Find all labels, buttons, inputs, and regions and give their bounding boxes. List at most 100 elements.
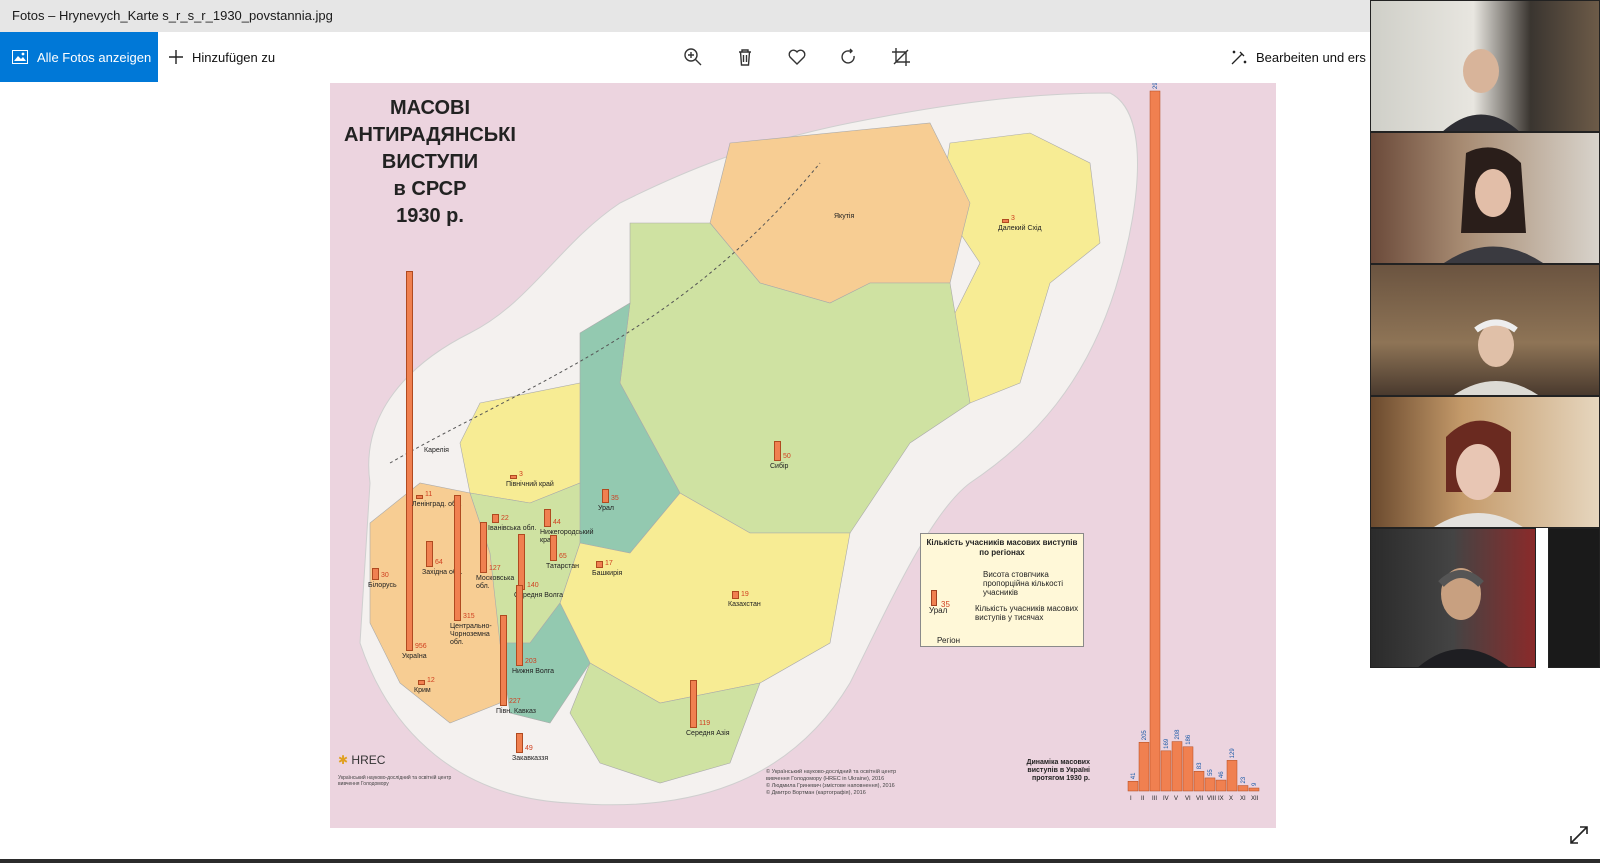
legend-line-1: Висота стовпчика пропорційна кількості у… (983, 570, 1063, 597)
month-label: II (1141, 796, 1145, 802)
plus-icon (169, 50, 183, 64)
all-photos-label: Alle Fotos anzeigen (37, 49, 152, 65)
map-title-line: в СРСР (393, 178, 467, 200)
region-bar (596, 561, 603, 568)
region-value: 12 (427, 677, 435, 684)
participant-video-1[interactable] (1370, 0, 1600, 132)
region-bar (418, 680, 425, 685)
region-bar (516, 733, 523, 753)
participant-video-6[interactable] (1548, 528, 1600, 668)
month-bar (1226, 760, 1238, 792)
add-to-button[interactable]: Hinzufügen zu (168, 32, 275, 82)
region-bar (406, 271, 413, 651)
legend-title: Кількість учасників масових виступів по … (926, 538, 1078, 557)
region-name: Середня Азія (686, 730, 730, 737)
region-value: 44 (553, 519, 561, 526)
month-bar (1182, 746, 1194, 792)
map-legend: Кількість учасників масових виступів по … (920, 533, 1084, 647)
region-value: 17 (605, 560, 613, 567)
title-bar: Fotos – Hrynevych_Karte s_r_s_r_1930_pov… (0, 0, 1600, 32)
region-value: 30 (381, 572, 389, 579)
region-bar (544, 509, 551, 527)
region-bar (372, 568, 379, 580)
month-label: VII (1196, 796, 1204, 802)
region-bar (732, 591, 739, 599)
hrec-logo: ✱ HREC (338, 753, 386, 767)
month-bar (1193, 771, 1205, 792)
legend-region-label: Регіон (937, 636, 960, 645)
region-name: Башкирія (592, 570, 623, 577)
credit-line: © Український науково-дослідний та освіт… (766, 769, 897, 775)
month-value: 55 (1208, 769, 1214, 776)
map-title-line: 1930 р. (396, 205, 464, 227)
map-title-line: АНТИРАДЯНСЬКІ (344, 124, 516, 146)
hrec-subtitle: Український науково-дослідний та освітні… (338, 775, 452, 787)
region-bar (602, 489, 609, 503)
add-to-label: Hinzufügen zu (192, 49, 276, 65)
toolbar: Alle Fotos anzeigen Hinzufügen zu Bearbe… (0, 32, 1600, 82)
region-name: Крим (414, 687, 431, 694)
participant-video-4[interactable] (1370, 396, 1600, 528)
participant-video-3[interactable] (1370, 264, 1600, 396)
month-bar (1237, 785, 1249, 792)
region-name: Урал (598, 505, 615, 512)
dynamics-label: Динаміка масових виступів в Україні прот… (1026, 759, 1090, 782)
region-name: Нижня Волга (512, 668, 555, 675)
region-value: 49 (525, 745, 533, 752)
region-value: 19 (741, 591, 749, 598)
region-name: Татарстан (546, 563, 580, 570)
month-bar (1215, 779, 1227, 792)
month-bar (1160, 750, 1172, 792)
region-name: Нижегородський край (540, 529, 594, 544)
region-bar (690, 680, 697, 728)
month-label: VI (1185, 796, 1191, 802)
month-value: 23 (1241, 776, 1247, 783)
region-name: Якутія (834, 213, 855, 220)
month-label: VIII (1207, 796, 1216, 802)
month-label: IV (1163, 796, 1169, 802)
rotate-icon[interactable] (837, 45, 861, 69)
delete-icon[interactable] (733, 45, 757, 69)
expand-icon[interactable] (1568, 824, 1590, 846)
month-label: XI (1240, 796, 1246, 802)
edit-and-create-button[interactable]: Bearbeiten und ers (1230, 32, 1366, 82)
region-bar (454, 495, 461, 621)
region-value: 3 (519, 471, 523, 478)
region-bar (1002, 219, 1009, 223)
participant-video-2[interactable] (1370, 132, 1600, 264)
region-bar (516, 584, 523, 666)
month-value: 83 (1197, 762, 1203, 769)
region-name: Півн. Кавказ (496, 708, 536, 715)
region-value: 227 (509, 698, 521, 705)
region-value: 203 (525, 658, 537, 665)
month-value: 208 (1175, 729, 1181, 740)
month-value: 129 (1230, 748, 1236, 759)
month-label: V (1174, 796, 1178, 802)
legend-line-2: Кількість учасників масових виступів у т… (975, 604, 1079, 622)
photos-icon (12, 50, 28, 64)
region-name: Західна обл. (422, 569, 463, 576)
participant-video-5[interactable] (1370, 528, 1536, 668)
map-title-line: МАСОВІ (389, 97, 471, 119)
month-bar (1171, 741, 1183, 792)
region-bar (500, 615, 507, 706)
bottom-border (0, 859, 1600, 863)
zoom-in-icon[interactable] (681, 45, 705, 69)
region-bar (774, 441, 781, 461)
region-value: 3 (1011, 215, 1015, 222)
month-value: 169 (1164, 738, 1170, 749)
credit-line: © Людмила Гриневич (змістове наповнення)… (766, 783, 895, 789)
all-photos-button[interactable]: Alle Fotos anzeigen (0, 32, 158, 82)
region-value: 64 (435, 559, 443, 566)
region-name: Україна (402, 653, 427, 660)
video-gallery (1370, 0, 1600, 863)
month-bar (1248, 787, 1260, 792)
region-bar (492, 514, 499, 523)
region-name: Карелія (424, 447, 449, 454)
region-name: Сибір (770, 463, 789, 470)
region-bar (480, 522, 487, 573)
favorite-heart-icon[interactable] (785, 45, 809, 69)
crop-icon[interactable] (889, 45, 913, 69)
region-value: 956 (415, 643, 427, 650)
month-label: IX (1218, 796, 1224, 802)
